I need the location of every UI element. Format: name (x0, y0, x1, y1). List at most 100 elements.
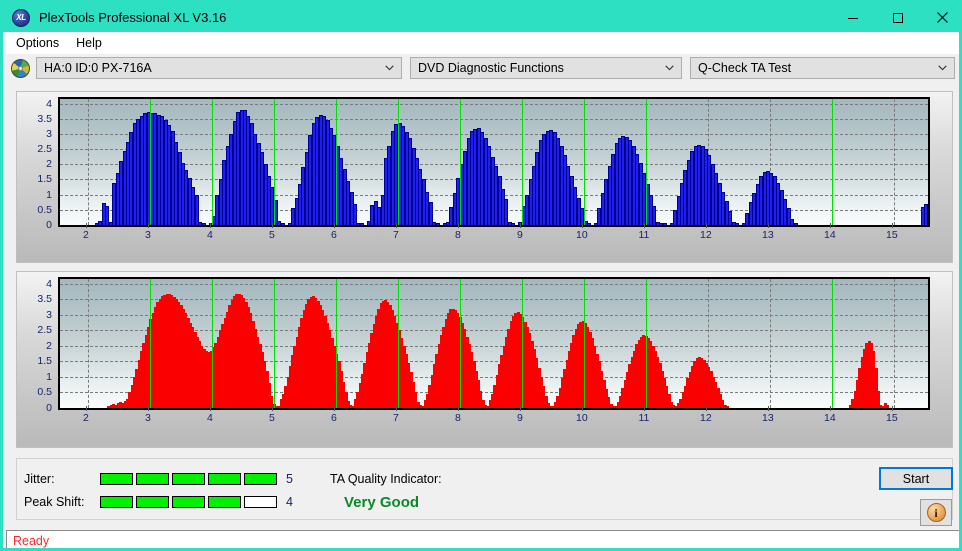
x-tick-label: 12 (700, 412, 712, 424)
selector-bar: HA:0 ID:0 PX-716A DVD Diagnostic Functio… (6, 54, 959, 82)
y-tick-label: 4 (46, 97, 52, 110)
x-tick-label: 6 (330, 229, 337, 241)
meter-segment (136, 496, 169, 508)
y-tick-label: 3 (46, 127, 52, 140)
x-tick-label: 9 (516, 229, 523, 241)
meter-segment (136, 473, 169, 485)
info-button[interactable]: i (920, 499, 952, 526)
x-tick-label: 5 (268, 229, 275, 241)
info-icon: i (926, 503, 946, 522)
ta-test-chart-pit: 4 3.5 3 2.5 2 1.5 1 0.5 0 2 3 4 5 6 7 8 9 10 11 12 13 14 15 (16, 271, 953, 448)
test-select-label: Q-Check TA Test (698, 61, 792, 75)
x-tick-label: 7 (392, 412, 399, 424)
x-tick-label: 13 (762, 412, 774, 424)
meter-segment (172, 473, 205, 485)
meter-segment (172, 496, 205, 508)
y-tick-label: 0 (46, 402, 52, 414)
chevron-down-icon (665, 65, 674, 71)
y-tick-label: 3 (46, 308, 52, 321)
peak-shift-value: 4 (286, 495, 293, 509)
meter-segment (100, 496, 133, 508)
y-tick-label: 4 (46, 277, 52, 290)
meter-segment (208, 473, 241, 485)
chevron-down-icon (385, 65, 394, 71)
maximize-icon[interactable] (875, 3, 920, 32)
y-tick-label: 2.5 (37, 324, 52, 337)
x-tick-label: 4 (206, 229, 213, 241)
y-tick-label: 0.5 (37, 386, 52, 399)
x-tick-label: 14 (824, 412, 836, 424)
x-tick-label: 12 (700, 229, 712, 241)
title-bar: XL PlexTools Professional XL V3.16 (3, 3, 959, 32)
meter-segment (244, 496, 277, 508)
menu-item-help[interactable]: Help (69, 34, 109, 52)
jitter-row: Jitter: 5 (24, 472, 293, 486)
disc-icon (11, 58, 30, 78)
x-tick-label: 7 (392, 229, 399, 241)
peak-shift-row: Peak Shift: 4 (24, 495, 293, 509)
y-tick-label: 2.5 (37, 143, 52, 156)
vertical-gridlines (60, 279, 928, 408)
function-select-label: DVD Diagnostic Functions (418, 61, 564, 75)
peak-shift-label: Peak Shift: (24, 495, 85, 509)
x-tick-label: 10 (576, 412, 588, 424)
x-tick-label: 4 (206, 412, 213, 424)
x-tick-label: 11 (638, 412, 650, 424)
y-tick-label: 1.5 (37, 355, 52, 368)
ta-quality-label: TA Quality Indicator: (330, 472, 442, 486)
chevron-down-icon (938, 65, 947, 71)
function-select[interactable]: DVD Diagnostic Functions (410, 57, 682, 79)
ta-test-chart-land: 4 3.5 3 2.5 2 1.5 1 0.5 0 2 3 4 5 6 7 8 9 10 11 12 13 14 15 (16, 91, 953, 263)
horizontal-gridlines (60, 99, 928, 225)
test-select[interactable]: Q-Check TA Test (690, 57, 955, 79)
plextools-logo-icon: XL (12, 8, 30, 27)
x-tick-label: 6 (330, 412, 337, 424)
y-tick-label: 2 (46, 339, 52, 352)
meter-segment (208, 496, 241, 508)
jitter-label: Jitter: (24, 472, 55, 486)
horizontal-gridlines (60, 279, 928, 408)
x-tick-label: 14 (824, 229, 836, 241)
meter-segment (100, 473, 133, 485)
bar-series-bottom (60, 279, 928, 408)
menu-bar: Options Help (6, 32, 959, 54)
x-tick-label: 15 (886, 229, 898, 241)
status-bar: Ready (6, 530, 959, 548)
start-button[interactable]: Start (879, 467, 953, 490)
x-tick-label: 3 (144, 412, 151, 424)
plextools-window: XL PlexTools Professional XL V3.16 Optio… (0, 0, 962, 551)
jitter-value: 5 (286, 472, 293, 486)
minimize-icon[interactable] (830, 3, 875, 32)
x-tick-label: 10 (576, 229, 588, 241)
y-tick-label: 2 (46, 158, 52, 171)
x-tick-label: 11 (638, 229, 650, 241)
marker-lines-top (60, 99, 928, 225)
x-tick-label: 9 (516, 412, 523, 424)
x-tick-label: 8 (454, 412, 461, 424)
y-tick-label: 1 (46, 370, 52, 383)
vertical-gridlines (60, 99, 928, 225)
status-text: Ready (13, 533, 50, 548)
x-tick-label: 3 (144, 229, 151, 241)
x-tick-label: 2 (82, 229, 89, 241)
y-tick-label: 0.5 (37, 203, 52, 216)
x-tick-label: 15 (886, 412, 898, 424)
bar-series-top (60, 99, 928, 225)
plot-area-top (58, 97, 930, 227)
jitter-meter (100, 473, 277, 485)
plot-area-bottom (58, 277, 930, 410)
ta-quality-block: TA Quality Indicator: Very Good (330, 472, 442, 511)
results-panel: Jitter: 5 Peak Shift: 4 TA Quality Indic… (16, 458, 953, 526)
menu-item-options[interactable]: Options (9, 34, 66, 52)
close-icon[interactable] (920, 3, 959, 32)
x-tick-label: 5 (268, 412, 275, 424)
y-tick-label: 1 (46, 188, 52, 201)
drive-select-label: HA:0 ID:0 PX-716A (44, 61, 152, 75)
x-tick-label: 8 (454, 229, 461, 241)
peak-shift-meter (100, 496, 277, 508)
drive-select[interactable]: HA:0 ID:0 PX-716A (36, 57, 402, 79)
y-tick-label: 3.5 (37, 112, 52, 125)
window-controls (830, 3, 959, 32)
x-tick-label: 2 (82, 412, 89, 424)
y-tick-label: 0 (46, 219, 52, 231)
